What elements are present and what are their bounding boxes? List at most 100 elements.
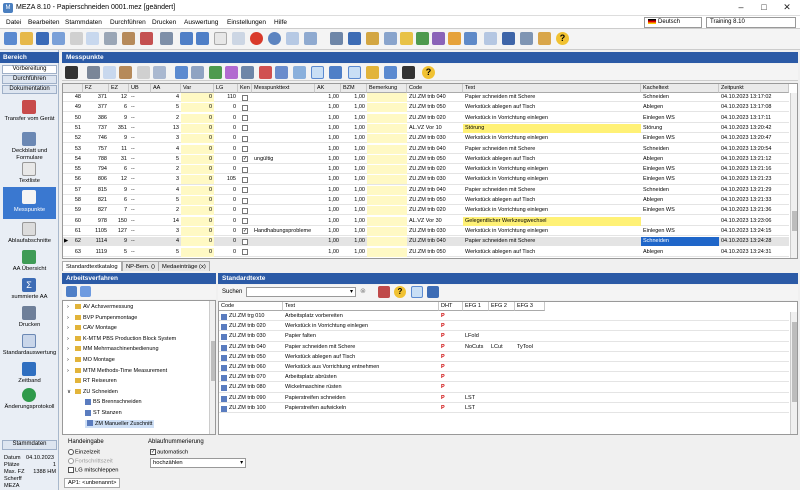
col-header-ez[interactable]: EZ (109, 84, 129, 93)
col-header-zeitpunkt[interactable]: Zeitpunkt (719, 84, 789, 93)
cell-code[interactable]: ZU.ZM trib 030 (407, 227, 463, 236)
cell-fz[interactable]: 386 (83, 114, 109, 123)
cell-ub[interactable]: -- (129, 93, 151, 102)
cell-code[interactable]: ZU.ZM trib 050 (407, 103, 463, 112)
cell-ez[interactable]: 9 (109, 186, 129, 195)
col-header-nr[interactable] (63, 84, 83, 93)
chk-lg-mitschleppen[interactable]: LG mitschleppen (68, 467, 119, 474)
tree-item[interactable]: › MM Mehrmaschinenbedienung (67, 345, 159, 353)
cell-text[interactable]: Werkstück in Vorrichtung einlegen (463, 134, 641, 143)
st-help-icon[interactable]: ? (394, 286, 406, 298)
table-row[interactable]: 51 737 351 -- 13 0 0 1,00 1,00 AL.VZ Vor 10 Störun… (63, 123, 789, 134)
cell-var[interactable]: 0 (181, 237, 214, 247)
st-cell-efg3[interactable] (515, 363, 545, 372)
st-cell-dht[interactable]: P (439, 363, 463, 372)
cell-kacheltext[interactable]: Einlegen WS (641, 175, 719, 184)
cell-kacheltext[interactable]: Einlegen WS (641, 114, 719, 123)
cell-bemerkung[interactable] (367, 134, 407, 144)
cell-messpunkttext[interactable] (252, 114, 315, 123)
chk-lg-mitschleppen-icon[interactable] (68, 467, 74, 473)
col-header-aa[interactable]: AA (151, 84, 181, 93)
sidebar-item-deckblatt[interactable]: Deckblatt und Formulare (0, 148, 59, 162)
grid-icon[interactable] (366, 32, 379, 45)
col-header-fz[interactable]: FZ (83, 84, 109, 93)
cell-messpunkttext[interactable] (252, 206, 315, 215)
cell-ez[interactable]: 351 (109, 124, 129, 133)
standardtexte-scrollbar[interactable] (790, 312, 797, 434)
cell-text[interactable]: Papier schneiden mit Schere (463, 186, 641, 195)
record-icon[interactable] (250, 32, 263, 45)
cell-zeitpunkt[interactable]: 04.10.2023 13:21:29 (719, 186, 789, 195)
sidebar-item-textliste[interactable]: Textliste (0, 178, 59, 185)
cell-text[interactable]: Papier schneiden mit Schere (463, 237, 641, 246)
cell-ez[interactable]: 6 (109, 165, 129, 174)
mp-grid-blue-icon[interactable] (384, 66, 397, 79)
cell-code[interactable]: ZU.ZM trib 050 (407, 196, 463, 205)
cell-kacheltext[interactable]: Ablegen (641, 155, 719, 164)
cell-aa[interactable]: 4 (151, 93, 181, 102)
radio-einzelzeit-icon[interactable] (68, 449, 74, 455)
cell-lg[interactable]: 0 (214, 103, 238, 112)
cell-var[interactable]: 0 (181, 134, 214, 144)
st-cell-efg3[interactable] (515, 394, 545, 403)
cell-nr[interactable]: 61 (63, 227, 83, 236)
table-row[interactable]: 63 1119 5 -- 5 0 0 1,00 1,00 ZU.ZM trib 050 Werkst… (63, 247, 789, 257)
cell-aa[interactable]: 3 (151, 134, 181, 143)
table-row[interactable]: 60 978 150 -- 14 0 0 1,00 1,00 AL.VZ Vor 30 Gelege… (63, 216, 789, 226)
list-item[interactable]: ZU.ZM trib 020 Werkstück in Vorrichtung e… (219, 322, 789, 332)
ken-checkbox[interactable] (242, 125, 248, 132)
st-cell-dht[interactable]: P (439, 312, 463, 321)
st-cell-efg2[interactable] (489, 383, 515, 392)
mp-paste-icon[interactable] (119, 66, 132, 79)
menu-durchfuehren[interactable]: Durchführen (110, 18, 146, 27)
cell-lg[interactable]: 0 (214, 145, 238, 154)
tree-item[interactable]: › AV Achsvermessung (67, 303, 133, 311)
cell-nr[interactable]: 58 (63, 196, 83, 205)
cell-messpunkttext[interactable] (252, 217, 315, 226)
cell-lg[interactable]: 0 (214, 186, 238, 195)
list-item[interactable]: ZU.ZM trib 030 Papier falten P LFold (219, 332, 789, 342)
cell-lg[interactable]: 0 (214, 165, 238, 174)
st-cell-efg3[interactable]: TyTool (515, 343, 545, 352)
ken-checkbox[interactable] (242, 249, 248, 255)
mp-grid-dark-icon[interactable] (402, 66, 415, 79)
st-col-header-efg2[interactable]: EFG 2 (489, 302, 515, 311)
cell-var[interactable]: 0 (181, 226, 214, 236)
tree-item[interactable]: › BVP Pumpenmontage (67, 314, 137, 322)
cell-lg[interactable]: 0 (214, 237, 238, 246)
st-filter-icon[interactable] (378, 286, 390, 298)
cell-kacheltext[interactable]: Einlegen WS (641, 134, 719, 143)
paste-icon[interactable] (122, 32, 135, 45)
cell-kacheltext[interactable] (641, 217, 719, 226)
st-cell-code[interactable]: ZU.ZM trib 080 (227, 383, 283, 392)
cell-zeitpunkt[interactable]: 04.10.2023 13:17:08 (719, 103, 789, 112)
cell-ub[interactable]: -- (129, 155, 151, 164)
list-item[interactable]: ZU.ZM trib 100 Papierstreifen aufwickeln P… (219, 404, 789, 413)
measurement-points-icon[interactable] (22, 190, 36, 204)
sidebar-item-aa-uebersicht[interactable]: AA Übersicht (0, 266, 59, 273)
ken-checkbox[interactable] (242, 197, 248, 204)
mp-insert-icon[interactable] (153, 66, 166, 79)
cell-aa[interactable]: 14 (151, 217, 181, 226)
cell-zeitpunkt[interactable]: 04.10.2023 13:24:15 (719, 227, 789, 236)
table-row[interactable]: 49 377 6 -- 5 0 0 1,00 1,00 ZU.ZM trib 050 Werkstü… (63, 103, 789, 113)
standard-analysis-icon[interactable] (22, 334, 36, 348)
chevron-right-icon[interactable]: › (67, 367, 75, 375)
st-cell-efg3[interactable] (515, 373, 545, 382)
tree-item[interactable]: RT Reiseuren (67, 377, 117, 385)
sidebar-nav-dokumentation[interactable]: Dokumentation (2, 85, 57, 94)
cell-code[interactable]: ZU.ZM trib 050 (407, 248, 463, 257)
time-band-icon[interactable] (22, 362, 36, 376)
st-cell-efg1[interactable]: LST (463, 404, 489, 413)
cell-bemerkung[interactable] (367, 175, 407, 185)
globe-icon[interactable] (268, 32, 281, 45)
list-item[interactable]: ZU.ZM trib 060 Werkstück aus Vorrichtung … (219, 363, 789, 373)
cell-ub[interactable]: -- (129, 196, 151, 205)
tree-scroll-thumb[interactable] (211, 341, 215, 381)
st-cell-efg2[interactable] (489, 394, 515, 403)
cell-bzm[interactable]: 1,00 (341, 227, 367, 236)
ken-checkbox[interactable]: ✓ (242, 156, 248, 163)
cut-icon[interactable] (70, 32, 83, 45)
cell-fz[interactable]: 794 (83, 165, 109, 174)
cell-kacheltext[interactable]: Einlegen WS (641, 206, 719, 215)
